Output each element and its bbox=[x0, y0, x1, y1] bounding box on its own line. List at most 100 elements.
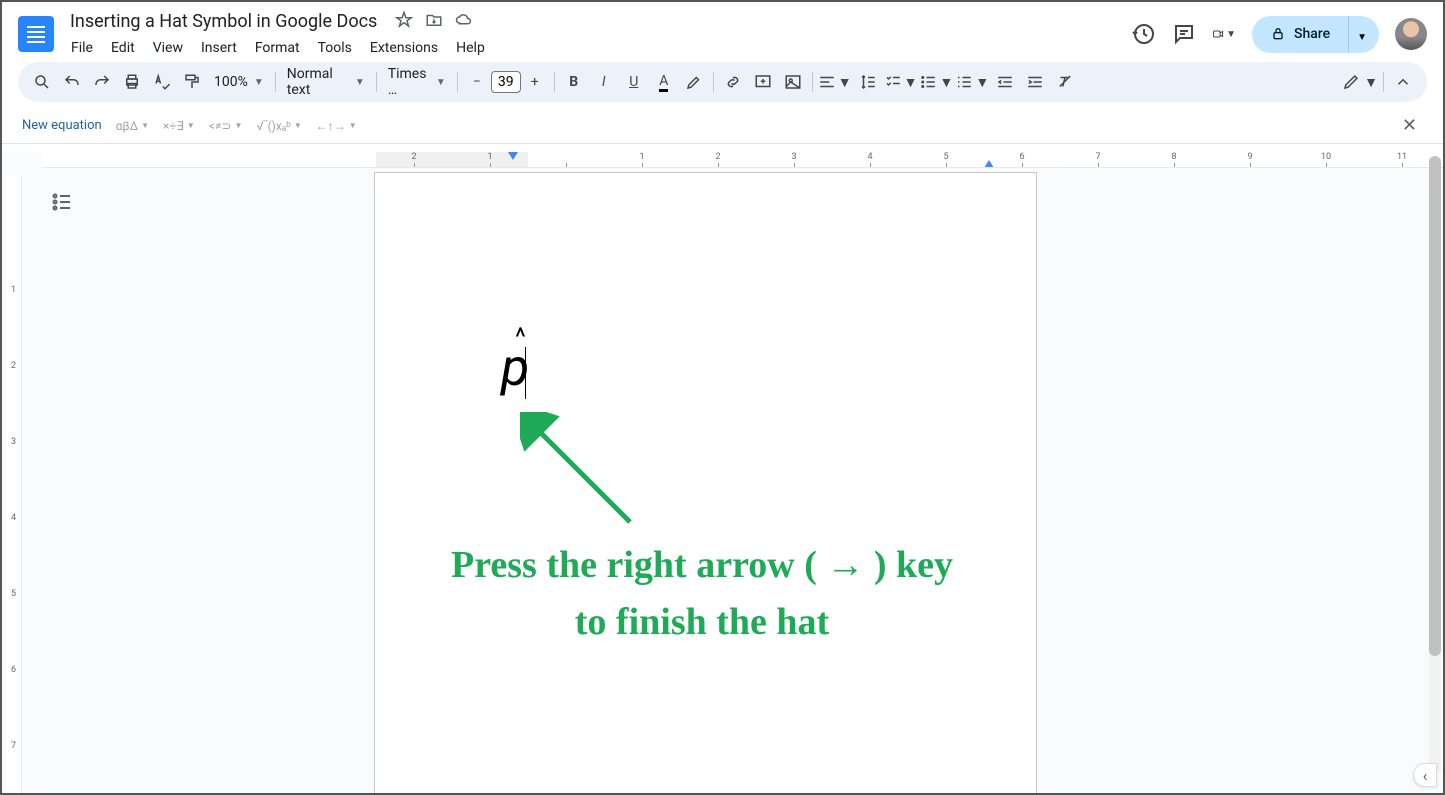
share-dropdown[interactable]: ▼ bbox=[1349, 16, 1379, 53]
relations-dropdown[interactable]: <≠⊃▼ bbox=[209, 119, 243, 133]
document-area: 21123456789101112131415 1234567891011121… bbox=[2, 152, 1443, 793]
style-select[interactable]: Normal text▼ bbox=[281, 66, 371, 98]
menu-file[interactable]: File bbox=[64, 36, 100, 60]
document-outline-icon[interactable] bbox=[50, 190, 74, 214]
italic-icon[interactable]: I bbox=[590, 68, 618, 96]
menu-insert[interactable]: Insert bbox=[194, 36, 244, 60]
misc-operations-dropdown[interactable]: ×÷∃▼ bbox=[163, 119, 195, 133]
menu-view[interactable]: View bbox=[146, 36, 190, 60]
cloud-status-icon[interactable] bbox=[455, 11, 473, 33]
align-icon[interactable]: ▼ bbox=[818, 68, 852, 96]
insert-image-icon[interactable] bbox=[779, 68, 807, 96]
ruler-h-tick: 2 bbox=[376, 152, 452, 167]
highlight-icon[interactable] bbox=[680, 68, 708, 96]
search-icon[interactable] bbox=[28, 68, 56, 96]
style-value: Normal text bbox=[287, 66, 349, 98]
app-header: Inserting a Hat Symbol in Google Docs Fi… bbox=[2, 2, 1443, 58]
menu-tools[interactable]: Tools bbox=[311, 36, 359, 60]
new-equation-button[interactable]: New equation bbox=[22, 118, 102, 133]
star-icon[interactable] bbox=[395, 11, 413, 33]
ruler-h-tick: 1 bbox=[604, 152, 680, 167]
indent-decrease-icon[interactable] bbox=[991, 68, 1019, 96]
title-area: Inserting a Hat Symbol in Google Docs Fi… bbox=[64, 9, 1132, 60]
ruler-h-tick: 7 bbox=[1060, 152, 1136, 167]
decrease-font-icon[interactable]: − bbox=[463, 68, 491, 96]
ruler-h-tick: 5 bbox=[908, 152, 984, 167]
arrows-dropdown[interactable]: ←↑→▼ bbox=[316, 119, 357, 133]
docs-logo-icon[interactable] bbox=[18, 16, 54, 52]
comments-icon[interactable] bbox=[1172, 22, 1196, 46]
equation-content[interactable]: ^ p bbox=[501, 323, 529, 384]
right-indent-marker[interactable] bbox=[984, 160, 994, 168]
text-cursor bbox=[525, 347, 526, 399]
document-title[interactable]: Inserting a Hat Symbol in Google Docs bbox=[64, 9, 383, 34]
checklist-icon[interactable]: ▼ bbox=[884, 68, 918, 96]
menu-help[interactable]: Help bbox=[449, 36, 492, 60]
ruler-h-tick: 2 bbox=[680, 152, 756, 167]
print-icon[interactable] bbox=[118, 68, 146, 96]
collapse-toolbar-icon[interactable] bbox=[1389, 68, 1417, 96]
ruler-v-tick bbox=[6, 176, 21, 252]
font-value: Times … bbox=[388, 66, 430, 98]
main-toolbar: 100%▼ Normal text▼ Times …▼ − + B I U A … bbox=[18, 62, 1427, 102]
bold-icon[interactable]: B bbox=[560, 68, 588, 96]
menu-format[interactable]: Format bbox=[248, 36, 307, 60]
vertical-ruler[interactable]: 12345678910111213 bbox=[6, 176, 22, 793]
ruler-h-tick bbox=[528, 152, 604, 167]
font-size-input[interactable] bbox=[491, 71, 521, 93]
text-color-icon[interactable]: A bbox=[650, 68, 678, 96]
ruler-v-tick: 5 bbox=[6, 556, 21, 632]
document-page[interactable]: ^ p bbox=[374, 172, 1037, 793]
ruler-v-tick: 2 bbox=[6, 328, 21, 404]
ruler-v-tick: 6 bbox=[6, 632, 21, 708]
ruler-h-tick: 6 bbox=[984, 152, 1060, 167]
annotation-text: Press the right arrow ( → ) key to finis… bbox=[442, 537, 962, 651]
scrollbar-thumb[interactable] bbox=[1429, 156, 1441, 656]
ruler-v-tick: 4 bbox=[6, 480, 21, 556]
menu-edit[interactable]: Edit bbox=[104, 36, 142, 60]
meet-icon[interactable]: ▼ bbox=[1212, 22, 1236, 46]
share-button[interactable]: Share bbox=[1252, 16, 1349, 53]
left-indent-marker[interactable] bbox=[508, 152, 518, 160]
underline-icon[interactable]: U bbox=[620, 68, 648, 96]
clear-formatting-icon[interactable] bbox=[1051, 68, 1079, 96]
ruler-h-tick: 10 bbox=[1288, 152, 1364, 167]
menu-extensions[interactable]: Extensions bbox=[363, 36, 445, 60]
ruler-h-tick: 8 bbox=[1136, 152, 1212, 167]
equation-toolbar: New equation αβΔ▼ ×÷∃▼ <≠⊃▼ √‾()xₐᵇ▼ ←↑→… bbox=[2, 108, 1443, 144]
increase-font-icon[interactable]: + bbox=[521, 68, 549, 96]
ruler-v-tick: 1 bbox=[6, 252, 21, 328]
redo-icon[interactable] bbox=[88, 68, 116, 96]
ruler-h-tick: 9 bbox=[1212, 152, 1288, 167]
header-right: ▼ Share ▼ bbox=[1132, 16, 1427, 53]
close-equation-toolbar-icon[interactable]: ✕ bbox=[1402, 115, 1417, 136]
bullet-list-icon[interactable]: ▼ bbox=[919, 68, 953, 96]
ruler-h-tick: 3 bbox=[756, 152, 832, 167]
zoom-value: 100% bbox=[214, 74, 248, 90]
annotation-arrow bbox=[520, 412, 660, 552]
horizontal-ruler[interactable]: 21123456789101112131415 bbox=[42, 152, 1443, 168]
side-panel-expand-icon[interactable]: ‹ bbox=[1413, 763, 1437, 787]
undo-icon[interactable] bbox=[58, 68, 86, 96]
add-comment-icon[interactable] bbox=[749, 68, 777, 96]
spellcheck-icon[interactable] bbox=[148, 68, 176, 96]
ruler-h-tick: 4 bbox=[832, 152, 908, 167]
zoom-select[interactable]: 100%▼ bbox=[208, 74, 270, 90]
move-icon[interactable] bbox=[425, 11, 443, 33]
editing-mode-icon[interactable]: ▼ bbox=[1342, 68, 1378, 96]
line-spacing-icon[interactable] bbox=[854, 68, 882, 96]
vertical-scrollbar[interactable] bbox=[1429, 156, 1441, 773]
numbered-list-icon[interactable]: ▼ bbox=[955, 68, 989, 96]
account-avatar[interactable] bbox=[1395, 18, 1427, 50]
ruler-v-tick: 8 bbox=[6, 784, 21, 793]
ruler-v-tick: 3 bbox=[6, 404, 21, 480]
link-icon[interactable] bbox=[719, 68, 747, 96]
history-icon[interactable] bbox=[1132, 22, 1156, 46]
math-operations-dropdown[interactable]: √‾()xₐᵇ▼ bbox=[256, 119, 301, 133]
paint-format-icon[interactable] bbox=[178, 68, 206, 96]
menu-bar: File Edit View Insert Format Tools Exten… bbox=[64, 36, 1132, 60]
font-select[interactable]: Times …▼ bbox=[382, 66, 452, 98]
ruler-v-tick: 7 bbox=[6, 708, 21, 784]
indent-increase-icon[interactable] bbox=[1021, 68, 1049, 96]
greek-letters-dropdown[interactable]: αβΔ▼ bbox=[116, 119, 149, 133]
